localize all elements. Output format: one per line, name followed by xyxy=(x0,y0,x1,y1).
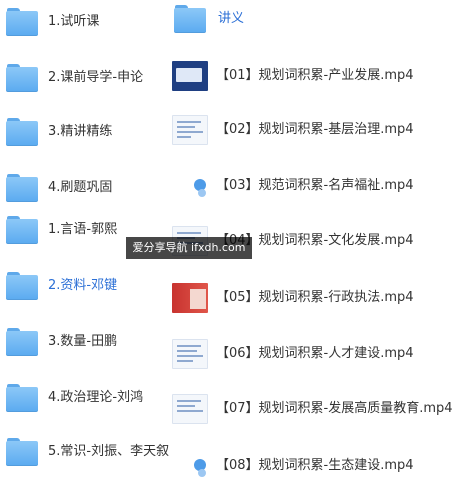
folder-icon xyxy=(6,216,38,244)
folder-label: 1.言语-郭熙 xyxy=(48,222,118,237)
folder-item[interactable]: 3.精讲精练 xyxy=(0,118,112,146)
video-file-item[interactable]: 【07】规划词积累-发展高质量教育.mp4 xyxy=(168,394,452,424)
video-thumbnail xyxy=(172,171,208,201)
folder-label: 5.常识-刘振、李天叙 xyxy=(48,444,170,459)
watermark-overlay: 爱分享导航 ifxdh.com xyxy=(126,237,252,259)
video-file-item[interactable]: 【06】规划词积累-人才建设.mp4 xyxy=(168,339,414,369)
folder-item[interactable]: 4.刷题巩固 xyxy=(0,174,112,202)
file-label: 【06】规划词积累-人才建设.mp4 xyxy=(216,346,414,361)
folder-icon xyxy=(6,328,38,356)
folder-icon xyxy=(6,8,38,36)
folder-item[interactable]: 2.课前导学-申论 xyxy=(0,64,143,92)
folder-icon xyxy=(6,438,38,466)
folder-label: 2.课前导学-申论 xyxy=(48,70,144,85)
file-label: 【03】规范词积累-名声福祉.mp4 xyxy=(216,178,414,193)
folder-item[interactable]: 1.言语-郭熙 xyxy=(0,216,117,244)
file-label: 【02】规划词积累-基层治理.mp4 xyxy=(216,122,414,137)
video-thumbnail xyxy=(172,394,208,424)
video-thumbnail xyxy=(172,339,208,369)
folder-icon xyxy=(6,64,38,92)
file-label: 【01】规划词积累-产业发展.mp4 xyxy=(216,68,414,83)
video-thumbnail xyxy=(172,115,208,145)
file-label: 【05】规划词积累-行政执法.mp4 xyxy=(216,290,414,305)
folder-icon xyxy=(6,174,38,202)
video-file-item[interactable]: 【08】规划词积累-生态建设.mp4 xyxy=(168,451,414,481)
video-file-item[interactable]: 【03】规范词积累-名声福祉.mp4 xyxy=(168,171,414,201)
folder-item[interactable]: 2.资料-邓键 xyxy=(0,272,117,300)
video-file-item[interactable]: 【02】规划词积累-基层治理.mp4 xyxy=(168,115,414,145)
video-thumbnail xyxy=(172,451,208,481)
folder-icon xyxy=(6,272,38,300)
folder-label: 3.数量-田鹏 xyxy=(48,334,118,349)
folder-label: 3.精讲精练 xyxy=(48,124,113,139)
folder-label: 4.刷题巩固 xyxy=(48,180,113,195)
folder-label: 1.试听课 xyxy=(48,14,100,29)
folder-item[interactable]: 1.试听课 xyxy=(0,8,99,36)
file-label: 【07】规划词积累-发展高质量教育.mp4 xyxy=(216,401,452,416)
folder-item[interactable]: 4.政治理论-刘鸿 xyxy=(0,384,143,412)
video-file-item[interactable]: 【01】规划词积累-产业发展.mp4 xyxy=(168,61,414,91)
folder-item[interactable]: 5.常识-刘振、李天叙 xyxy=(0,438,169,466)
folder-item[interactable]: 3.数量-田鹏 xyxy=(0,328,117,356)
video-file-item[interactable]: 【05】规划词积累-行政执法.mp4 xyxy=(168,283,414,313)
file-label: 【08】规划词积累-生态建设.mp4 xyxy=(216,458,414,473)
video-thumbnail xyxy=(172,61,208,91)
folder-label: 2.资料-邓键 xyxy=(48,278,118,293)
folder-icon xyxy=(174,5,206,33)
video-thumbnail xyxy=(172,283,208,313)
folder-item[interactable]: 讲义 xyxy=(168,5,244,33)
folder-icon xyxy=(6,118,38,146)
folder-icon xyxy=(6,384,38,412)
folder-label: 讲义 xyxy=(218,11,245,26)
folder-label: 4.政治理论-刘鸿 xyxy=(48,390,144,405)
